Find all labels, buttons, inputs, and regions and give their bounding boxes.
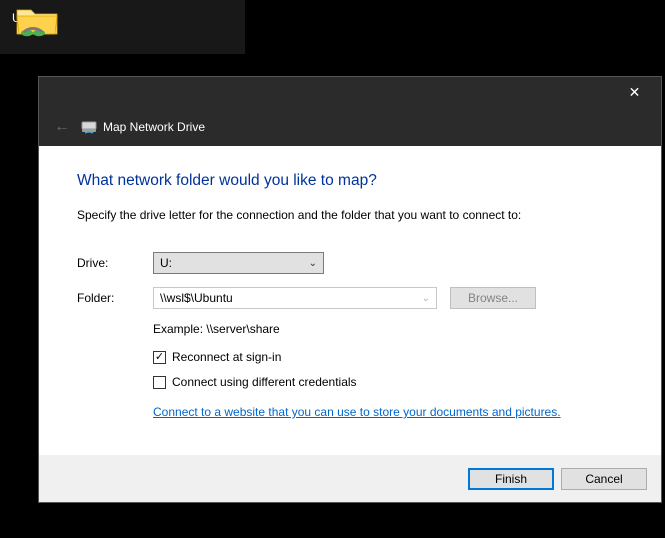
- different-credentials-label: Connect using different credentials: [172, 375, 357, 389]
- browse-button: Browse...: [450, 287, 536, 309]
- chevron-down-icon: ⌄: [422, 293, 430, 304]
- dialog-title: Map Network Drive: [103, 120, 205, 134]
- back-arrow-icon: ←: [54, 118, 70, 135]
- connect-website-link[interactable]: Connect to a website that you can use to…: [153, 405, 561, 419]
- network-drive-icon: [81, 119, 97, 135]
- cancel-button[interactable]: Cancel: [561, 468, 647, 490]
- drive-row: Drive: U: ⌄: [77, 252, 623, 274]
- drive-label: Drive:: [77, 256, 153, 270]
- reconnect-checkbox[interactable]: ✓: [153, 351, 166, 364]
- dialog-content: What network folder would you like to ma…: [39, 146, 661, 419]
- example-text: Example: \\server\share: [153, 322, 623, 336]
- folder-value: \\wsl$\Ubuntu: [160, 291, 233, 305]
- finish-button[interactable]: Finish: [468, 468, 554, 490]
- close-icon: ✕: [629, 84, 641, 101]
- dialog-instruction: Specify the drive letter for the connect…: [77, 208, 623, 222]
- reconnect-label: Reconnect at sign-in: [172, 350, 281, 364]
- dialog-heading: What network folder would you like to ma…: [77, 172, 623, 190]
- folder-icon: [15, 4, 59, 38]
- drive-value: U:: [160, 256, 172, 270]
- close-button[interactable]: ✕: [612, 78, 657, 107]
- folder-input[interactable]: \\wsl$\Ubuntu ⌄: [153, 287, 437, 309]
- drive-select[interactable]: U: ⌄: [153, 252, 324, 274]
- desktop-icon-ubuntu[interactable]: Ubuntu: [0, 0, 245, 54]
- folder-label: Folder:: [77, 291, 153, 305]
- map-network-drive-dialog: ✕ ← Map Network Drive What network folde…: [39, 77, 661, 502]
- folder-row: Folder: \\wsl$\Ubuntu ⌄ Browse...: [77, 287, 623, 309]
- different-credentials-checkbox[interactable]: [153, 376, 166, 389]
- check-icon: ✓: [155, 352, 164, 363]
- dialog-footer: Finish Cancel: [39, 455, 661, 502]
- titlebar: ✕: [39, 77, 661, 108]
- reconnect-checkbox-row[interactable]: ✓ Reconnect at sign-in: [153, 350, 623, 364]
- different-credentials-checkbox-row[interactable]: Connect using different credentials: [153, 375, 623, 389]
- chevron-down-icon: ⌄: [309, 258, 317, 269]
- back-button: ←: [53, 118, 71, 136]
- dialog-header: ← Map Network Drive: [39, 108, 661, 146]
